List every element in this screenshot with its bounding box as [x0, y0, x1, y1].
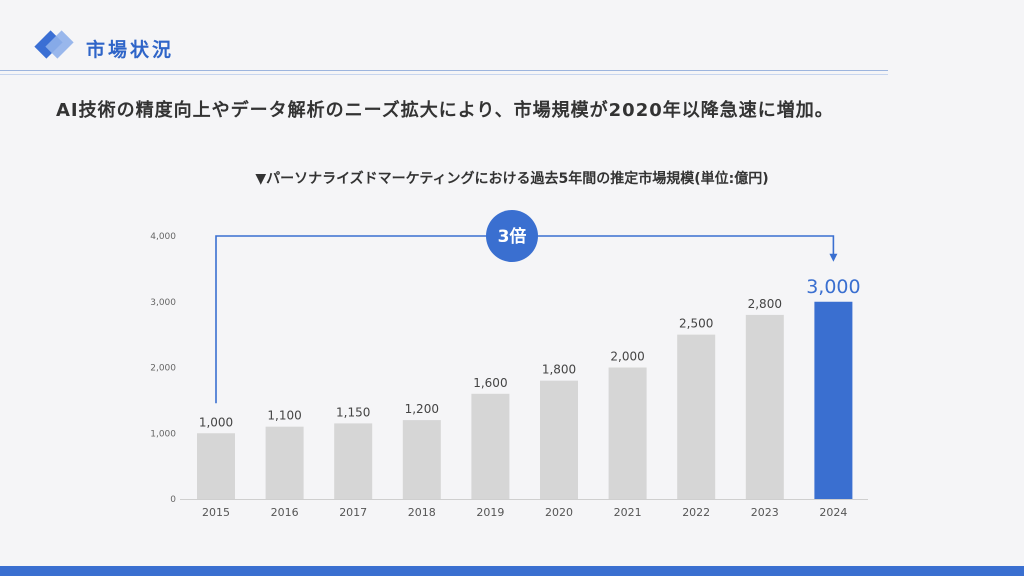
x-tick-label: 2016 — [271, 506, 299, 519]
bar-value-label: 1,100 — [267, 409, 301, 423]
bar-value-label: 2,000 — [610, 350, 644, 364]
bar — [677, 334, 716, 499]
x-tick-label: 2023 — [751, 506, 779, 519]
arrow-down-icon — [829, 253, 838, 262]
x-tick-label: 2021 — [614, 506, 642, 519]
y-tick-label: 4,000 — [150, 232, 176, 242]
bar — [334, 423, 373, 499]
bar-value-label: 1,600 — [473, 376, 507, 390]
y-tick-label: 0 — [170, 495, 176, 505]
bar-chart: 0 1,000 2,000 3,000 4,000 1,000 2015 1,100 2016 1… — [150, 210, 868, 519]
x-tick-label: 2015 — [202, 506, 230, 519]
x-tick-label: 2017 — [339, 506, 367, 519]
x-tick-label: 2022 — [682, 506, 710, 519]
growth-bracket-line — [215, 235, 835, 404]
x-tick-label: 2020 — [545, 506, 573, 519]
y-tick-label: 3,000 — [150, 298, 176, 308]
y-tick-label: 2,000 — [150, 364, 176, 374]
bar — [608, 367, 647, 499]
x-tick-label: 2018 — [408, 506, 436, 519]
growth-badge-label: 3倍 — [498, 226, 527, 247]
bar-value-label: 1,200 — [405, 402, 439, 416]
bar — [471, 393, 510, 499]
bar-value-label: 1,800 — [542, 363, 576, 377]
bar — [265, 426, 304, 499]
bar-value-label: 1,000 — [199, 415, 233, 429]
bar-value-label: 1,150 — [336, 405, 370, 419]
bar — [814, 301, 853, 499]
x-tick-label: 2024 — [819, 506, 847, 519]
y-tick-label: 1,000 — [150, 429, 176, 439]
x-tick-label: 2019 — [476, 506, 504, 519]
bar-value-label: 2,500 — [679, 317, 713, 331]
bar — [402, 420, 441, 499]
bar — [540, 380, 578, 499]
bar-value-label: 3,000 — [806, 276, 860, 298]
bar — [197, 433, 235, 499]
bar — [745, 314, 784, 499]
bar-value-label: 2,800 — [748, 297, 782, 311]
bottom-accent-bar — [0, 566, 1024, 576]
